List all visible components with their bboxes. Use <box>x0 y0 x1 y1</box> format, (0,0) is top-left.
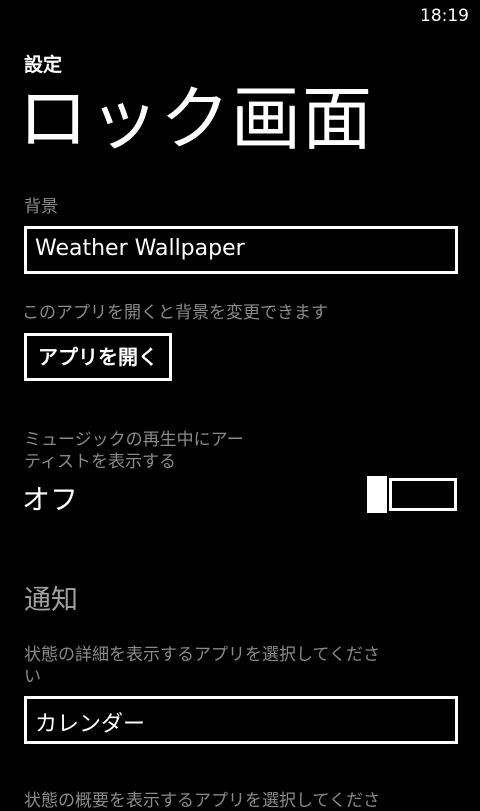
page-title: ロック画面 <box>18 78 373 160</box>
music-artist-toggle-switch[interactable] <box>367 476 457 513</box>
toggle-track <box>389 478 457 511</box>
detailed-status-picker[interactable]: カレンダー <box>24 696 458 744</box>
toggle-thumb <box>367 476 387 513</box>
music-artist-toggle-state: オフ <box>22 483 79 516</box>
quick-status-label: 状態の概要を表示するアプリを選択してくださ <box>24 791 380 811</box>
open-app-button[interactable]: アプリを開く <box>24 333 172 381</box>
detailed-status-picker-value: カレンダー <box>35 712 146 737</box>
app-title: 設定 <box>24 54 63 76</box>
status-bar: 18:19 <box>0 0 480 32</box>
detailed-status-label-line1: 状態の詳細を表示するアプリを選択してくださ <box>24 645 380 665</box>
notifications-header: 通知 <box>24 585 78 616</box>
music-artist-label-line1: ミュージックの再生中にアー <box>24 430 244 450</box>
clock: 18:19 <box>420 6 469 26</box>
music-artist-label-line2: ティストを表示する <box>24 452 176 472</box>
background-label: 背景 <box>24 197 58 217</box>
background-picker-value: Weather Wallpaper <box>35 236 245 261</box>
background-picker[interactable]: Weather Wallpaper <box>24 226 458 274</box>
background-description: このアプリを開くと背景を変更できます <box>22 303 328 323</box>
detailed-status-label-line2: い <box>24 667 41 687</box>
